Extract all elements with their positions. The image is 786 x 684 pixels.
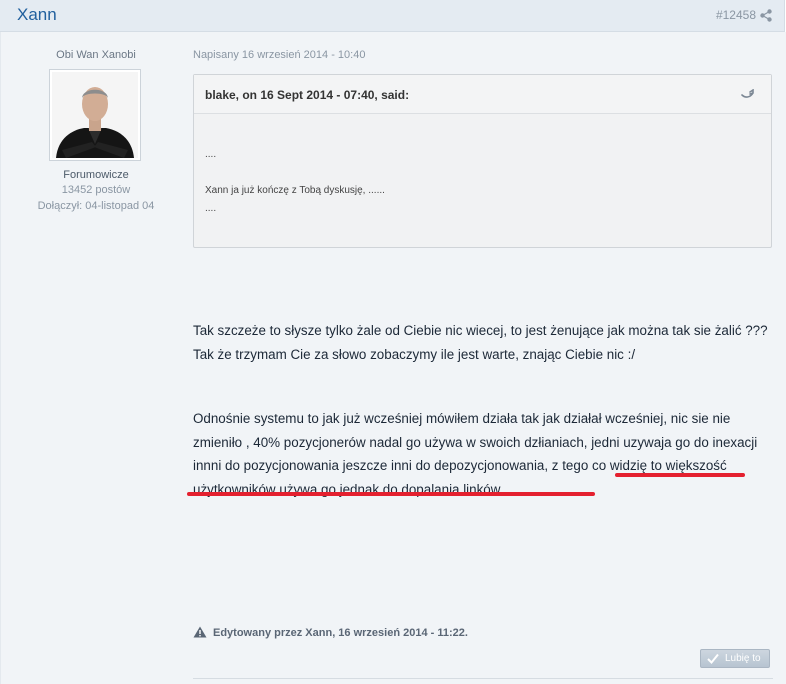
post-body: Obi Wan Xanobi Forumowicze 13452 postów …	[0, 32, 786, 684]
quote-line: ....	[205, 149, 217, 160]
joined-date: Dołączył: 04-listopad 04	[37, 200, 155, 212]
like-button-label: Lubię to	[725, 653, 761, 664]
post-header: Xann #12458	[0, 0, 785, 32]
quote-jump-icon[interactable]	[741, 89, 755, 99]
quote-line: Xann ja już kończę z Tobą dyskusję, ....…	[205, 185, 385, 196]
share-icon[interactable]	[760, 9, 772, 22]
quote-line: ....	[205, 203, 217, 214]
warning-icon	[193, 626, 207, 638]
quote-citation: blake, on 16 Sept 2014 - 07:40, said:	[205, 88, 410, 102]
post-paragraph: Odnośnie systemu to jak już wcześniej mó…	[193, 411, 758, 497]
quote-header: blake, on 16 Sept 2014 - 07:40, said:	[194, 75, 771, 114]
post-paragraph: Tak szczeże to słysze tylko żale od Cieb…	[193, 323, 768, 362]
post-id-link[interactable]: #12458	[716, 8, 756, 22]
like-button[interactable]: Lubię to	[700, 649, 770, 668]
post-date: Napisany 16 wrzesień 2014 - 10:40	[193, 49, 366, 61]
post-count: 13452 postów	[61, 184, 131, 196]
avatar[interactable]	[49, 69, 141, 161]
divider	[193, 678, 773, 679]
highlight-underline	[187, 492, 595, 496]
edit-note: Edytowany przez Xann, 16 wrzesień 2014 -…	[193, 626, 468, 639]
quote-block: blake, on 16 Sept 2014 - 07:40, said: ..…	[193, 74, 772, 248]
edit-note-text: Edytowany przez Xann, 16 wrzesień 2014 -…	[213, 627, 468, 639]
highlight-underline	[615, 473, 745, 477]
member-group: Forumowicze	[63, 169, 129, 181]
check-icon	[707, 653, 719, 664]
post-author-name[interactable]: Xann	[17, 5, 57, 25]
user-title: Obi Wan Xanobi	[56, 49, 136, 61]
